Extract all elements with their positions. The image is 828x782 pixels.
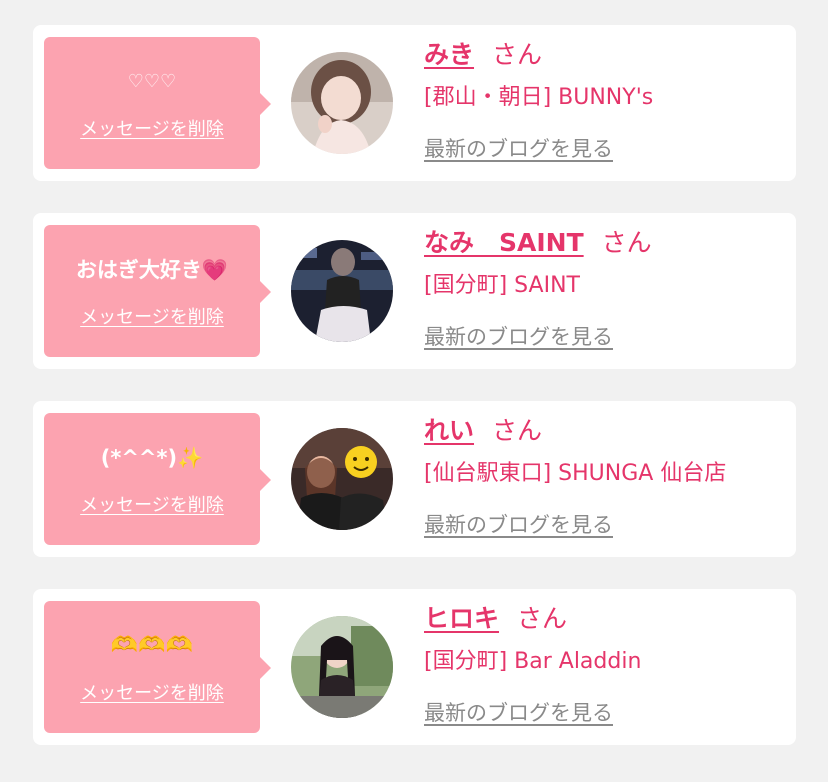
shop-name: [仙台駅東口] SHUNGA 仙台店 bbox=[424, 461, 727, 486]
message-card: (*^^*)✨ メッセージを削除 れい さん [仙台駅東口] SHUNGA 仙台店… bbox=[33, 401, 796, 557]
avatar[interactable] bbox=[291, 52, 393, 154]
message-card: おはぎ大好き💗 メッセージを削除 なみ SAINT さん [国分町] SAINT … bbox=[33, 213, 796, 369]
latest-blog-link[interactable]: 最新のブログを見る bbox=[424, 511, 613, 539]
delete-message-link[interactable]: メッセージを削除 bbox=[44, 491, 260, 517]
shop-name: [国分町] SAINT bbox=[424, 273, 580, 298]
latest-blog-link[interactable]: 最新のブログを見る bbox=[424, 135, 613, 163]
user-name-link[interactable]: なみ SAINT bbox=[424, 228, 584, 257]
latest-blog-link[interactable]: 最新のブログを見る bbox=[424, 323, 613, 351]
name-line: ヒロキ さん bbox=[424, 603, 567, 635]
message-bubble: 🫶🫶🫶 メッセージを削除 bbox=[44, 601, 271, 733]
user-name-link[interactable]: ヒロキ bbox=[424, 604, 499, 633]
message-bubble: おはぎ大好き💗 メッセージを削除 bbox=[44, 225, 271, 357]
name-line: れい さん bbox=[424, 415, 542, 447]
name-line: みき さん bbox=[424, 39, 542, 71]
user-name-link[interactable]: みき bbox=[424, 40, 474, 69]
avatar-photo-icon bbox=[291, 240, 393, 342]
avatar-photo-icon bbox=[291, 428, 393, 530]
message-text: ♡♡♡ bbox=[127, 71, 177, 92]
message-bubble: ♡♡♡ メッセージを削除 bbox=[44, 37, 271, 169]
avatar[interactable] bbox=[291, 240, 393, 342]
shop-name: [国分町] Bar Aladdin bbox=[424, 649, 642, 674]
delete-message-link[interactable]: メッセージを削除 bbox=[44, 303, 260, 329]
honorific: さん bbox=[601, 228, 652, 257]
message-card: 🫶🫶🫶 メッセージを削除 ヒロキ さん [国分町] Bar Aladdin 最新の… bbox=[33, 589, 796, 745]
message-text: おはぎ大好き💗 bbox=[75, 258, 229, 282]
message-text: (*^^*)✨ bbox=[100, 446, 204, 470]
honorific: さん bbox=[517, 604, 568, 633]
avatar-photo-icon bbox=[291, 616, 393, 718]
honorific: さん bbox=[492, 416, 543, 445]
delete-message-link[interactable]: メッセージを削除 bbox=[44, 115, 260, 141]
name-line: なみ SAINT さん bbox=[424, 227, 652, 259]
latest-blog-link[interactable]: 最新のブログを見る bbox=[424, 699, 613, 727]
shop-name: [郡山・朝日] BUNNY's bbox=[424, 85, 654, 110]
delete-message-link[interactable]: メッセージを削除 bbox=[44, 679, 260, 705]
avatar-photo-icon bbox=[291, 52, 393, 154]
message-card: ♡♡♡ メッセージを削除 みき さん [郡山・朝日] BUNNY's 最新のブログ… bbox=[33, 25, 796, 181]
honorific: さん bbox=[492, 40, 543, 69]
user-name-link[interactable]: れい bbox=[424, 416, 474, 445]
message-bubble: (*^^*)✨ メッセージを削除 bbox=[44, 413, 271, 545]
avatar[interactable] bbox=[291, 428, 393, 530]
avatar[interactable] bbox=[291, 616, 393, 718]
message-text: 🫶🫶🫶 bbox=[110, 633, 194, 658]
